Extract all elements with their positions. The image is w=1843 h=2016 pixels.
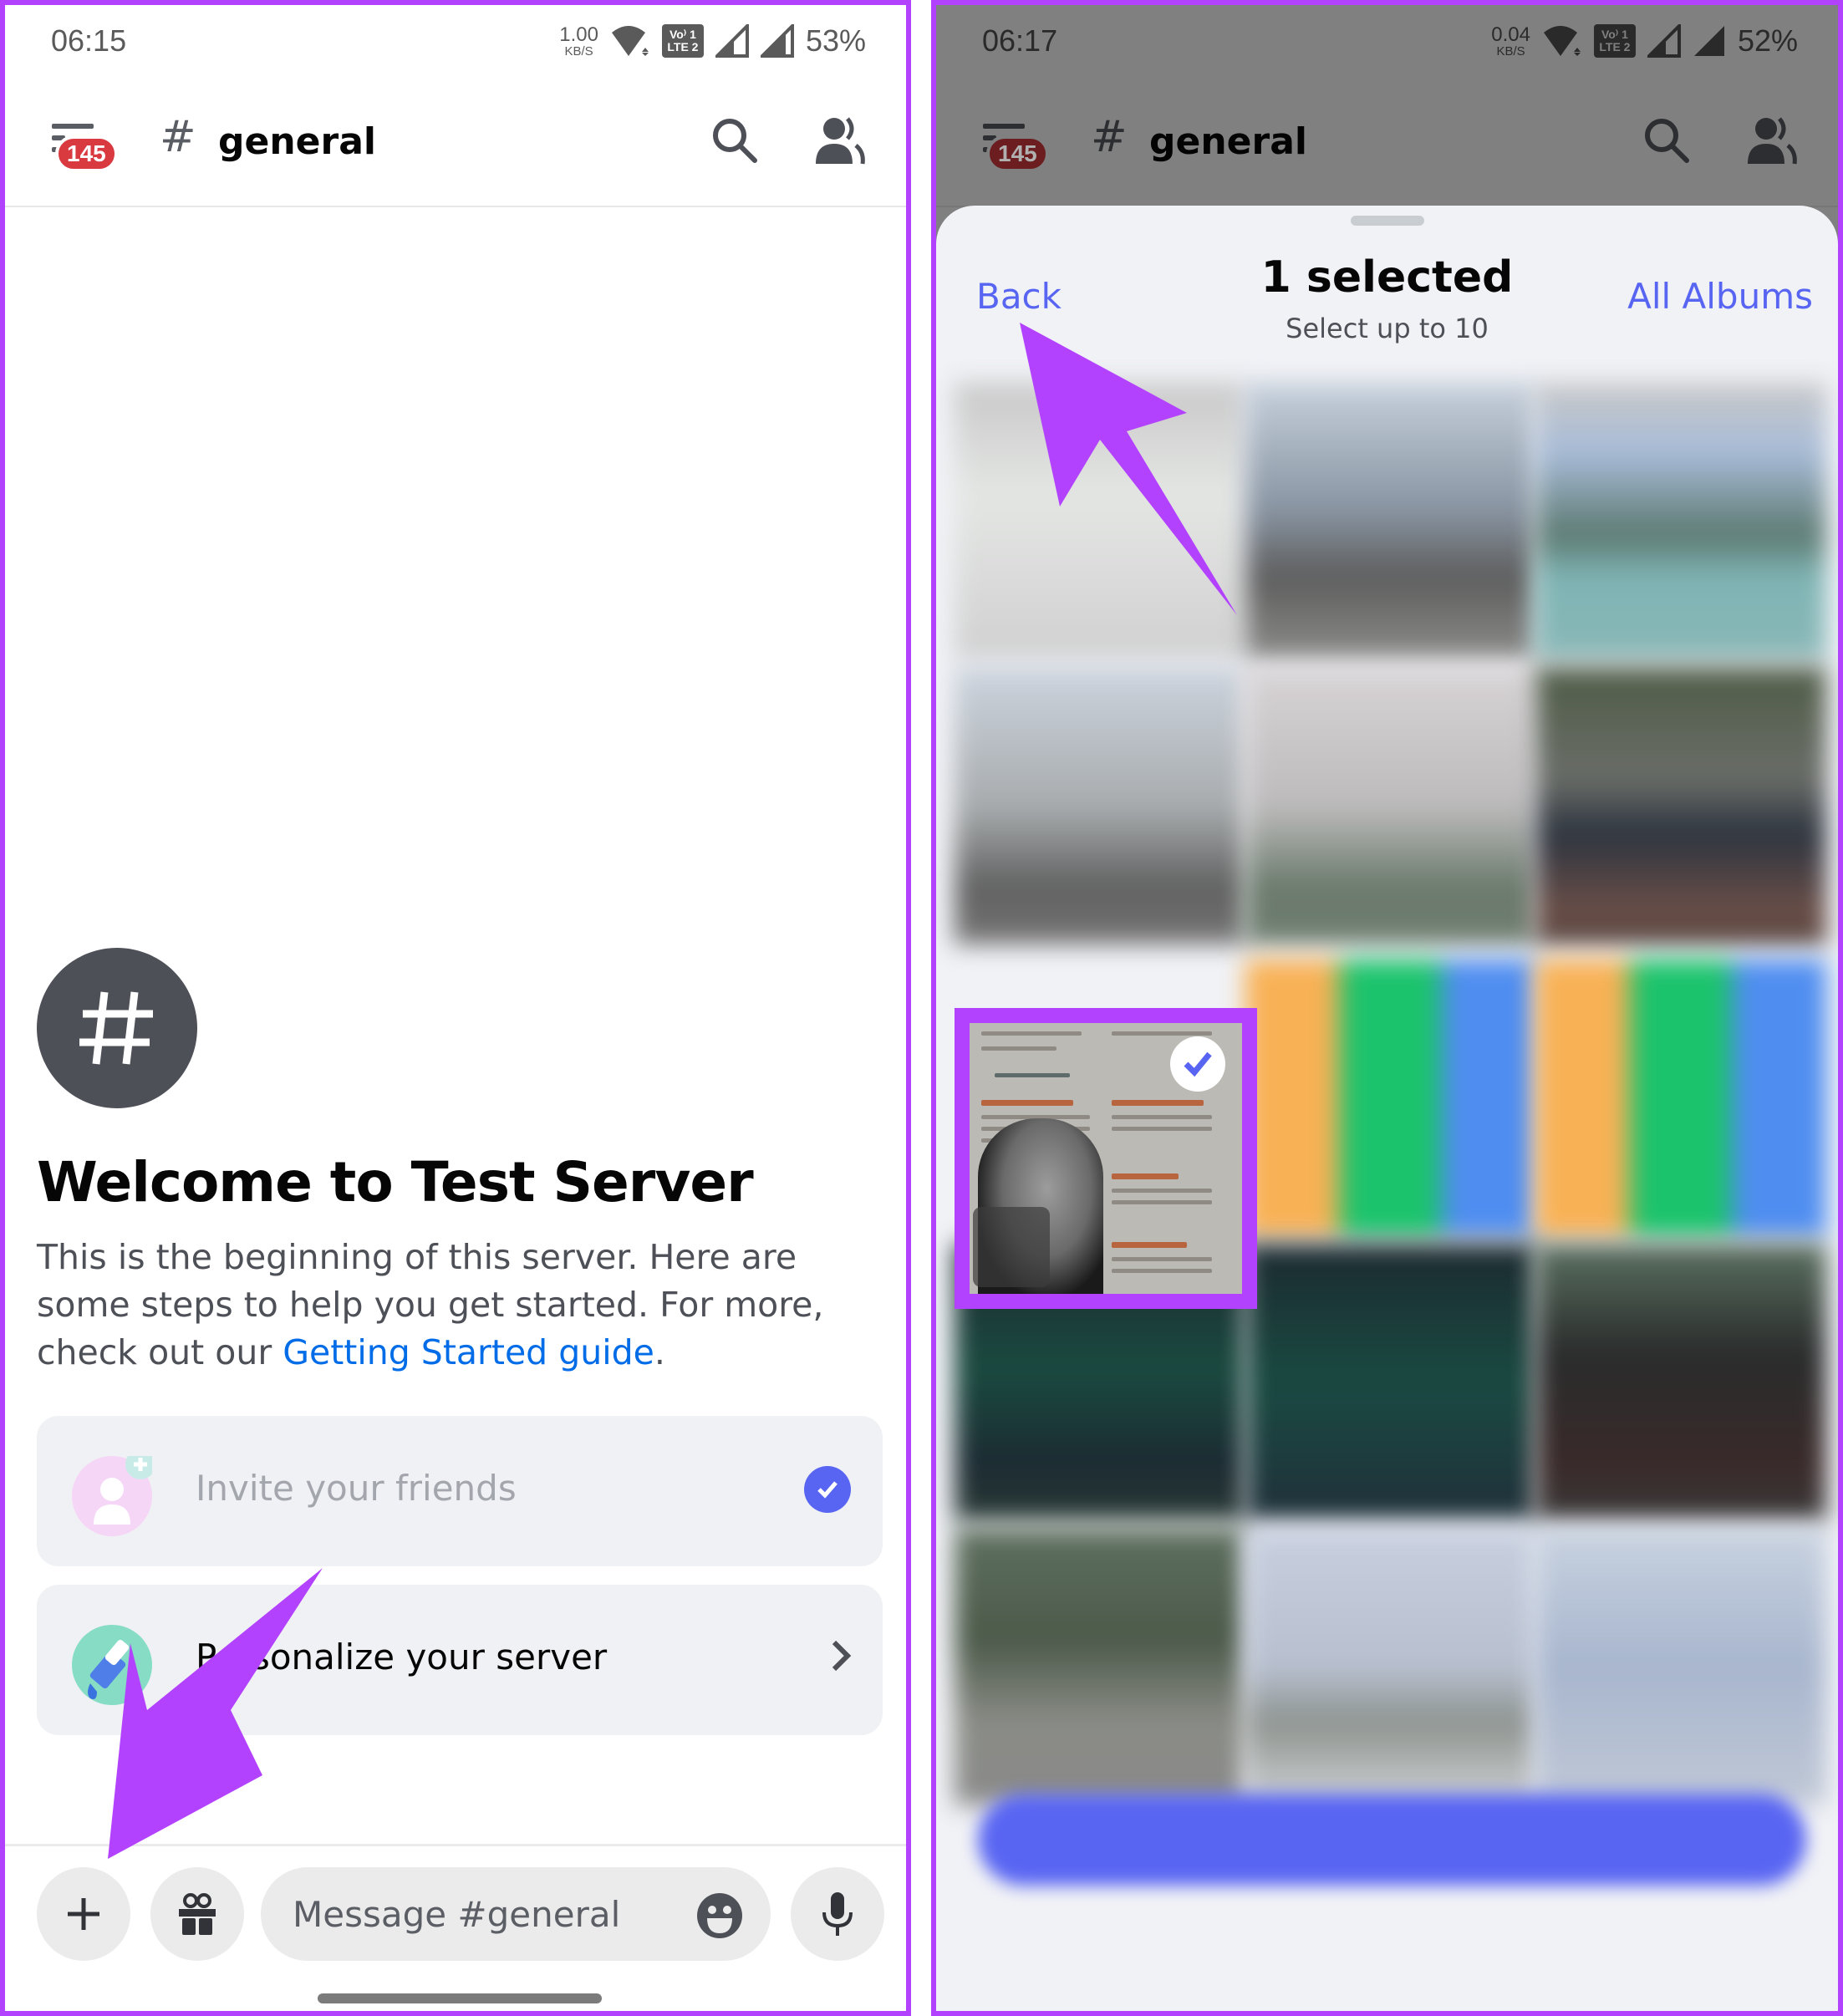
- hash-icon: [79, 991, 153, 1065]
- status-time: 06:15: [51, 23, 127, 58]
- sheet-drag-handle[interactable]: [1350, 216, 1424, 226]
- welcome-body-end: .: [654, 1332, 665, 1372]
- photo-thumbnail[interactable]: [1245, 960, 1536, 1237]
- members-icon[interactable]: [1744, 115, 1798, 165]
- microphone-icon: [822, 1892, 853, 1936]
- channel-avatar: [37, 948, 197, 1108]
- photo-thumbnail[interactable]: [1535, 1528, 1826, 1805]
- message-input[interactable]: [261, 1867, 771, 1961]
- voice-message-button[interactable]: [791, 1867, 884, 1961]
- network-speed: 1.00 KB/S: [559, 23, 598, 59]
- status-icons: 0.04 KB/S Vo⁾ 1 LTE 2 52%: [1491, 23, 1798, 59]
- selected-check-icon: [1170, 1036, 1225, 1092]
- signal-sim2-icon: [1693, 26, 1724, 56]
- photo-thumbnail[interactable]: [955, 1528, 1245, 1805]
- right-phone-screen: 06:17 0.04 KB/S Vo⁾ 1 LTE 2 52% 145 # ge…: [931, 0, 1843, 2016]
- search-icon[interactable]: [710, 115, 760, 165]
- signal-sim1-icon: [1647, 24, 1681, 58]
- photo-thumbnail[interactable]: [1245, 1244, 1536, 1521]
- chevron-right-icon: [832, 1640, 852, 1672]
- selection-limit-subtitle: Select up to 10: [1286, 313, 1489, 344]
- completed-check-icon: [804, 1466, 851, 1513]
- photo-thumbnail[interactable]: [955, 667, 1245, 944]
- volte-bottom: LTE 2: [667, 40, 699, 53]
- personalize-server-label: Personalize your server: [196, 1637, 608, 1677]
- home-indicator[interactable]: [318, 1993, 602, 2003]
- plus-icon: [68, 1898, 99, 1930]
- selected-photo-thumbnail[interactable]: [955, 1008, 1257, 1309]
- channel-name: general: [218, 120, 376, 163]
- volte-icon: Vo⁾ 1 LTE 2: [661, 24, 704, 58]
- paintbrush-icon: [72, 1625, 152, 1705]
- invite-friends-label: Invite your friends: [196, 1468, 517, 1509]
- photo-thumbnail[interactable]: [1535, 1244, 1826, 1521]
- photo-thumbnail[interactable]: [1535, 383, 1826, 660]
- wifi-icon: [1543, 26, 1581, 56]
- personalize-server-card[interactable]: Personalize your server: [37, 1585, 883, 1735]
- photo-thumbnail[interactable]: [1245, 667, 1536, 944]
- gift-button[interactable]: [150, 1867, 244, 1961]
- members-icon[interactable]: [812, 115, 866, 165]
- channel-header: 145 # general: [936, 80, 1838, 207]
- network-speed-unit: KB/S: [564, 43, 593, 59]
- welcome-title: Welcome to Test Server: [37, 1150, 754, 1214]
- signal-sim1-icon: [715, 24, 749, 58]
- status-bar: 06:17 0.04 KB/S Vo⁾ 1 LTE 2 52%: [936, 5, 1838, 80]
- status-time: 06:17: [982, 23, 1058, 58]
- all-albums-button[interactable]: All Albums: [1627, 276, 1813, 317]
- left-phone-screen: 06:15 1.00 KB/S Vo⁾ 1 LTE 2 53% 145 # ge…: [0, 0, 911, 2016]
- status-icons: 1.00 KB/S Vo⁾ 1 LTE 2 53%: [559, 23, 866, 59]
- volte-top: Vo⁾ 1: [669, 28, 696, 42]
- welcome-description: This is the beginning of this server. He…: [37, 1234, 873, 1377]
- channel-hash-icon: #: [160, 112, 196, 162]
- message-composer: [5, 1844, 906, 2011]
- invite-friends-icon: [72, 1449, 155, 1536]
- channel-name: general: [1149, 120, 1307, 163]
- wifi-icon: [611, 26, 649, 56]
- battery-level: 53%: [805, 23, 866, 58]
- signal-sim2-icon: [760, 24, 794, 58]
- network-speed-unit: KB/S: [1496, 43, 1525, 59]
- photo-thumbnail[interactable]: [1535, 960, 1826, 1237]
- channel-hash-icon: #: [1091, 112, 1128, 162]
- network-speed-value: 1.00: [559, 23, 598, 46]
- volte-icon: Vo⁾ 1 LTE 2: [1593, 24, 1636, 58]
- send-button[interactable]: [978, 1794, 1806, 1886]
- photo-thumbnail[interactable]: [955, 383, 1245, 660]
- media-type-overlay: [973, 1207, 1050, 1287]
- channel-header: 145 # general: [5, 80, 906, 207]
- unread-badge: 145: [986, 135, 1049, 172]
- network-speed: 0.04 KB/S: [1491, 23, 1530, 59]
- invite-friends-card[interactable]: Invite your friends: [37, 1416, 883, 1566]
- selected-photo-image: [970, 1023, 1242, 1294]
- photo-thumbnail[interactable]: [1245, 1528, 1536, 1805]
- unread-badge: 145: [55, 135, 118, 172]
- status-bar: 06:15 1.00 KB/S Vo⁾ 1 LTE 2 53%: [5, 5, 906, 80]
- battery-level: 52%: [1737, 23, 1798, 58]
- gift-icon: [179, 1893, 216, 1935]
- photo-thumbnail[interactable]: [1535, 667, 1826, 944]
- add-attachment-button[interactable]: [37, 1867, 130, 1961]
- getting-started-link[interactable]: Getting Started guide: [283, 1332, 654, 1372]
- search-icon[interactable]: [1642, 115, 1692, 165]
- volte-top: Vo⁾ 1: [1601, 28, 1628, 42]
- volte-bottom: LTE 2: [1599, 40, 1631, 53]
- emoji-icon[interactable]: [695, 1891, 744, 1940]
- network-speed-value: 0.04: [1491, 23, 1530, 46]
- media-picker-sheet: Back 1 selected Select up to 10 All Albu…: [936, 206, 1838, 2011]
- photo-thumbnail[interactable]: [1245, 383, 1536, 660]
